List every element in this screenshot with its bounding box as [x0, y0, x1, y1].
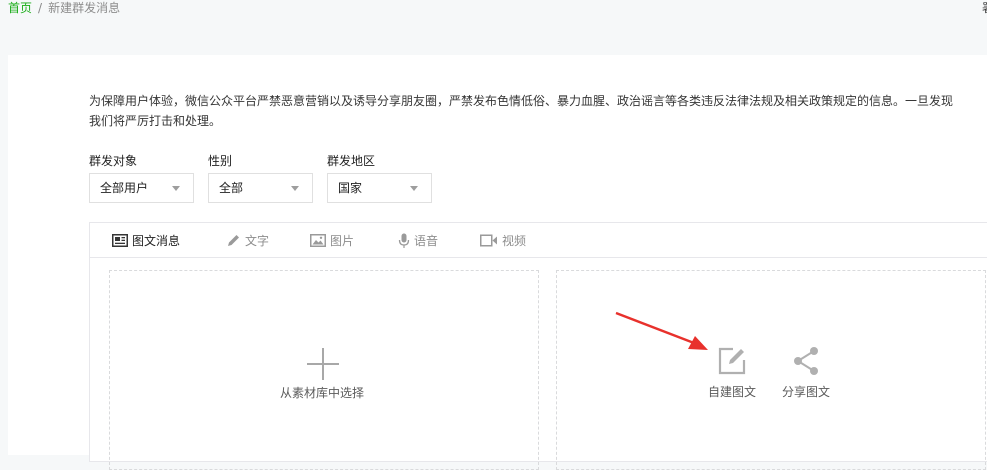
tab-text-label: 文字	[245, 234, 270, 248]
pencil-icon	[228, 235, 239, 246]
tab-voice-label: 语音	[414, 234, 439, 248]
tab-image-label: 图片	[330, 234, 355, 248]
filter-region-group: 群发地区 国家	[327, 153, 432, 203]
select-from-library-pane[interactable]: 从素材库中选择	[109, 270, 539, 470]
filter-target-label: 群发对象	[89, 154, 138, 168]
filter-region-select[interactable]: 国家	[327, 173, 432, 203]
filter-region-label: 群发地区	[327, 154, 376, 168]
plus-icon	[307, 348, 339, 380]
share-icon	[794, 347, 818, 375]
video-icon	[480, 234, 497, 247]
tab-video-label: 视频	[502, 234, 527, 248]
chevron-down-icon	[410, 186, 418, 191]
image-icon	[310, 234, 326, 247]
tab-news[interactable]: 图文消息	[112, 223, 180, 258]
filter-gender-group: 性别 全部	[208, 153, 313, 203]
breadcrumb: 首页 / 新建群发消息	[8, 0, 120, 18]
chevron-down-icon	[291, 186, 299, 191]
create-news-button[interactable]: 自建图文	[702, 345, 762, 400]
breadcrumb-current: 新建群发消息	[48, 1, 121, 15]
filter-gender-value: 全部	[219, 181, 244, 195]
mass-message-card: 为保障用户体验，微信公众平台严禁恶意营销以及诱导分享朋友圈，严禁发布色情低俗、暴…	[8, 55, 987, 470]
tab-video[interactable]: 视频	[480, 223, 526, 258]
chevron-down-icon	[172, 186, 180, 191]
create-news-label: 自建图文	[707, 385, 756, 399]
microphone-icon	[398, 233, 410, 248]
message-editor: 图文消息 文字 图片 语音 视频 从素材库中选择 自建图文 分享图文	[89, 222, 987, 470]
filter-gender-select[interactable]: 全部	[208, 173, 313, 203]
share-news-button[interactable]: 分享图文	[776, 345, 836, 400]
policy-notice-line-1: 为保障用户体验，微信公众平台严禁恶意营销以及诱导分享朋友圈，严禁发布色情低俗、暴…	[89, 94, 954, 108]
share-news-label: 分享图文	[781, 385, 830, 399]
tab-image[interactable]: 图片	[310, 223, 354, 258]
policy-notice: 为保障用户体验，微信公众平台严禁恶意营销以及诱导分享朋友圈，严禁发布色情低俗、暴…	[89, 91, 987, 131]
create-news-pane: 自建图文 分享图文	[556, 270, 986, 470]
message-type-tabs: 图文消息 文字 图片 语音 视频	[90, 223, 987, 258]
tab-voice[interactable]: 语音	[398, 223, 438, 258]
breadcrumb-home-link[interactable]: 首页	[8, 1, 32, 15]
news-icon	[112, 234, 128, 247]
filter-target-value: 全部用户	[100, 181, 149, 195]
edit-icon	[718, 347, 746, 375]
filter-target-select[interactable]: 全部用户	[89, 173, 194, 203]
filter-target-group: 群发对象 全部用户	[89, 153, 194, 203]
breadcrumb-separator: /	[38, 1, 43, 15]
tab-news-label: 图文消息	[132, 234, 181, 248]
policy-notice-line-2: 我们将严厉打击和处理。	[89, 114, 222, 128]
filter-region-value: 国家	[338, 181, 363, 195]
tab-text[interactable]: 文字	[226, 223, 269, 258]
filter-gender-label: 性别	[208, 154, 233, 168]
top-right-partial-text: 署	[982, 0, 987, 16]
select-from-library-label: 从素材库中选择	[280, 386, 365, 400]
